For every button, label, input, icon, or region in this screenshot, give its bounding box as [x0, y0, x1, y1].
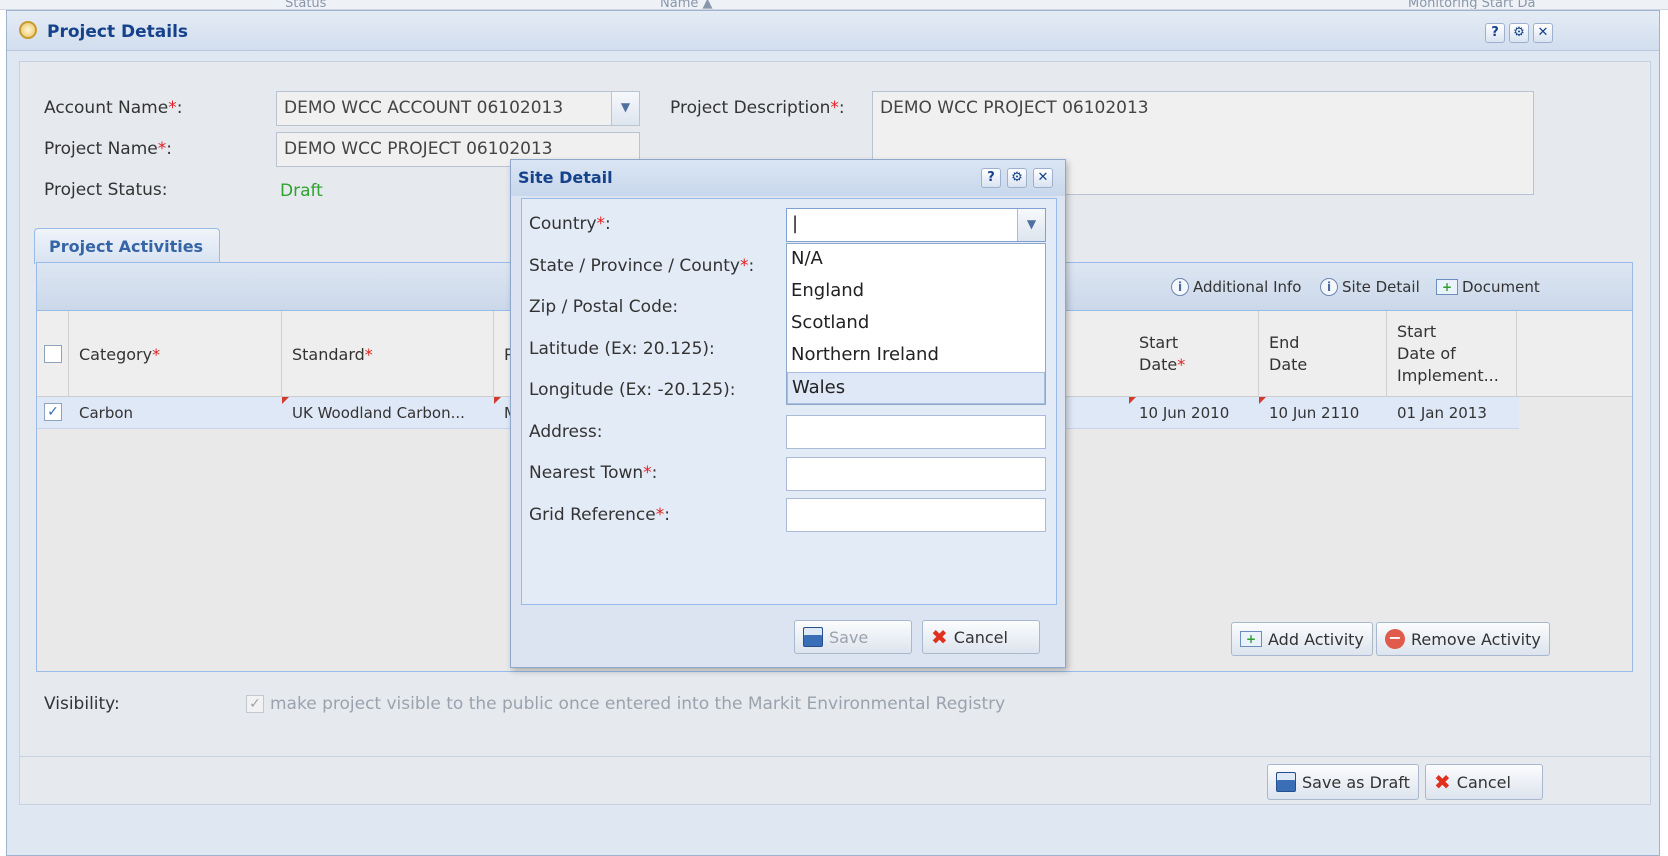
country-dropdown-list: N/A England Scotland Northern Ireland Wa… — [786, 243, 1046, 405]
background-grid-header: Status Name ▲ Monitoring Start Da — [0, 0, 1668, 10]
dialog-save-button[interactable]: Save — [794, 620, 912, 654]
chevron-down-icon[interactable]: ▼ — [611, 92, 639, 125]
info-icon: i — [1320, 278, 1338, 296]
save-icon — [803, 627, 823, 647]
nearest-town-input[interactable] — [786, 457, 1046, 491]
row-select[interactable]: ✓ — [37, 397, 69, 429]
remove-activity-button[interactable]: − Remove Activity — [1376, 622, 1550, 656]
dialog-title: Site Detail — [518, 168, 613, 187]
visibility-option: ✓ make project visible to the public onc… — [246, 694, 1005, 714]
cell-start-implementation: 01 Jan 2013 — [1397, 404, 1487, 422]
select-all-checkbox[interactable] — [44, 345, 62, 363]
cancel-button[interactable]: ✖ Cancel — [1425, 764, 1543, 800]
header-start-date[interactable]: Start Date* — [1129, 311, 1259, 397]
country-input[interactable]: | — [792, 213, 798, 234]
option-wales[interactable]: Wales — [787, 372, 1045, 404]
longitude-label: Longitude (Ex: -20.125): — [529, 380, 736, 400]
cancel-x-icon: ✖ — [931, 625, 948, 649]
grid-reference-input[interactable] — [786, 498, 1046, 532]
visibility-text: make project visible to the public once … — [270, 694, 1006, 714]
project-status-label: Project Status: — [44, 180, 168, 200]
visibility-checkbox[interactable]: ✓ — [246, 695, 264, 713]
project-icon — [19, 21, 37, 39]
additional-info-button[interactable]: i Additional Info — [1171, 278, 1301, 296]
site-detail-button[interactable]: i Site Detail — [1320, 278, 1420, 296]
settings-button[interactable]: ⚙ — [1509, 23, 1529, 43]
nearest-town-label: Nearest Town*: — [529, 463, 658, 483]
dialog-settings-button[interactable]: ⚙ — [1007, 168, 1027, 188]
dialog-help-button[interactable]: ? — [981, 168, 1001, 188]
option-scotland[interactable]: Scotland — [787, 308, 1045, 340]
dirty-flag-icon — [494, 397, 501, 404]
zip-label: Zip / Postal Code: — [529, 297, 679, 317]
header-category[interactable]: Category * — [69, 311, 282, 397]
header-standard[interactable]: Standard * — [282, 311, 494, 397]
project-name-label: Project Name*: — [44, 139, 172, 159]
bg-col-name: Name ▲ — [660, 0, 713, 10]
dirty-flag-icon — [1129, 397, 1136, 404]
bg-col-status: Status — [285, 0, 327, 10]
option-england[interactable]: England — [787, 276, 1045, 308]
visibility-label: Visibility: — [44, 694, 120, 714]
option-northern-ireland[interactable]: Northern Ireland — [787, 340, 1045, 372]
remove-icon: − — [1385, 629, 1405, 649]
grid-reference-label: Grid Reference*: — [529, 505, 670, 525]
dialog-title-bar[interactable]: Site Detail ? ⚙ ✕ — [511, 160, 1065, 196]
help-button[interactable]: ? — [1485, 23, 1505, 43]
state-label: State / Province / County*: — [529, 256, 755, 276]
row-checkbox[interactable]: ✓ — [44, 403, 62, 421]
save-as-draft-button[interactable]: Save as Draft — [1267, 764, 1419, 800]
address-label: Address: — [529, 422, 603, 442]
header-start-implementation[interactable]: Start Date of Implement... — [1387, 311, 1517, 397]
site-detail-dialog: Site Detail ? ⚙ ✕ Country*: State / Prov… — [510, 159, 1066, 668]
document-add-icon: + — [1436, 279, 1458, 295]
project-status-value: Draft — [280, 181, 323, 201]
cell-start-date: 10 Jun 2010 — [1129, 397, 1259, 429]
header-select-all[interactable] — [37, 311, 69, 397]
chevron-down-icon[interactable]: ▼ — [1017, 209, 1045, 241]
close-button[interactable]: ✕ — [1533, 23, 1553, 43]
cell-standard: UK Woodland Carbon... — [282, 397, 494, 429]
dialog-close-button[interactable]: ✕ — [1033, 168, 1053, 188]
info-icon: i — [1171, 278, 1189, 296]
account-name-select[interactable]: DEMO WCC ACCOUNT 06102013 ▼ — [276, 91, 640, 126]
cell-end-date: 10 Jun 2110 — [1259, 397, 1387, 429]
save-icon — [1276, 772, 1296, 792]
dialog-cancel-button[interactable]: ✖ Cancel — [922, 620, 1040, 654]
add-icon: + — [1240, 631, 1262, 647]
address-input[interactable] — [786, 415, 1046, 449]
add-activity-button[interactable]: + Add Activity — [1231, 622, 1373, 656]
account-name-label: Account Name*: — [44, 98, 183, 118]
latitude-label: Latitude (Ex: 20.125): — [529, 339, 715, 359]
dirty-flag-icon — [1259, 397, 1266, 404]
project-description-label: Project Description*: — [670, 98, 845, 118]
dirty-flag-icon — [282, 397, 289, 404]
cancel-x-icon: ✖ — [1434, 770, 1451, 794]
account-name-value: DEMO WCC ACCOUNT 06102013 — [284, 98, 564, 118]
header-end-date[interactable]: End Date — [1259, 311, 1387, 397]
document-button[interactable]: + Document — [1436, 278, 1540, 296]
country-combobox[interactable]: | ▼ — [786, 208, 1046, 242]
tab-project-activities[interactable]: Project Activities — [34, 228, 220, 264]
window-title: Project Details — [47, 22, 189, 42]
cell-category: Carbon — [79, 404, 134, 422]
window-title-bar[interactable]: Project Details ? ⚙ ✕ — [7, 11, 1659, 51]
country-label: Country*: — [529, 214, 611, 234]
divider — [20, 756, 1650, 757]
option-na[interactable]: N/A — [787, 244, 1045, 276]
bg-col-monitoring: Monitoring Start Da — [1408, 0, 1536, 10]
